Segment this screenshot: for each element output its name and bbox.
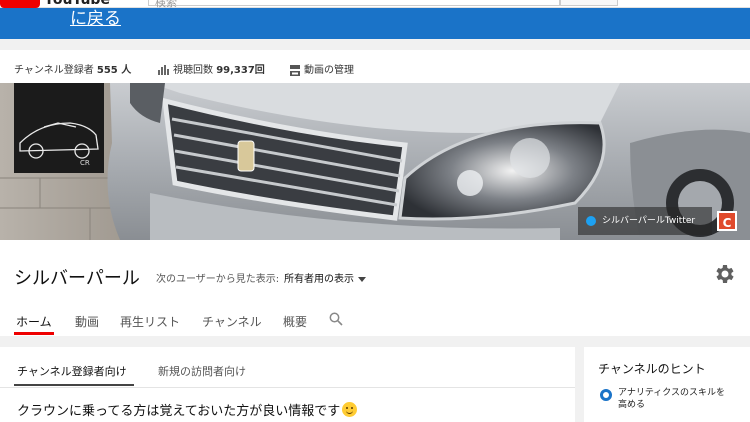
- custom-link-icon[interactable]: C: [717, 211, 737, 231]
- notice-banner: に戻る: [0, 8, 750, 39]
- back-link[interactable]: に戻る: [70, 4, 121, 29]
- search-button[interactable]: [560, 0, 618, 6]
- active-subtab-indicator: [14, 384, 134, 386]
- subscriber-count-label: チャンネル登録者: [14, 65, 94, 76]
- search-icon[interactable]: [329, 312, 343, 326]
- manage-videos-link[interactable]: 動画の管理: [290, 61, 354, 76]
- subtab-new-visitors[interactable]: 新規の訪問者向け: [158, 363, 246, 379]
- tab-home[interactable]: ホーム: [16, 313, 52, 330]
- subscriber-count-value: 555 人: [96, 65, 132, 76]
- channel-cover-image: CR シルバーパールTwitter C: [0, 83, 750, 240]
- twitter-icon: [586, 216, 596, 226]
- progress-ring-icon: [600, 389, 612, 401]
- view-as-dropdown[interactable]: 所有者用の表示: [284, 270, 366, 285]
- subscriber-count: チャンネル登録者 555 人: [14, 61, 131, 76]
- main-content-panel: チャンネル登録者向け 新規の訪問者向け クラウンに乗ってる方は覚えておいた方が良…: [0, 347, 575, 422]
- manage-videos-label: 動画の管理: [304, 65, 354, 76]
- twitter-link-label: シルバーパールTwitter: [602, 216, 696, 226]
- youtube-logo-icon[interactable]: [0, 0, 40, 8]
- view-as-value: 所有者用の表示: [284, 274, 354, 285]
- tab-videos[interactable]: 動画: [75, 313, 99, 330]
- view-as-label: 次のユーザーから見た表示:: [156, 274, 280, 285]
- divider: [0, 387, 575, 388]
- channel-tips-title: チャンネルのヒント: [598, 362, 706, 376]
- smile-emoji-icon: [342, 402, 358, 417]
- view-count-value: 99,337回: [216, 65, 265, 76]
- caret-down-icon: [358, 276, 366, 282]
- video-manager-icon: [290, 64, 300, 76]
- tab-about[interactable]: 概要: [283, 313, 307, 330]
- view-count-label: 視聴回数: [173, 65, 213, 76]
- gear-icon[interactable]: [712, 262, 736, 286]
- subtab-subscribers[interactable]: チャンネル登録者向け: [17, 363, 127, 379]
- channel-stats-bar: チャンネル登録者 555 人 視聴回数 99,337回 動画の管理: [0, 50, 750, 83]
- bar-chart-icon: [158, 65, 169, 75]
- twitter-link[interactable]: シルバーパールTwitter: [578, 207, 712, 235]
- search-input[interactable]: 検索: [148, 0, 560, 9]
- svg-text:CR: CR: [80, 159, 90, 167]
- tab-channels[interactable]: チャンネル: [202, 313, 262, 330]
- featured-video-title-text: クラウンに乗ってる方は覚えておいた方が良い情報です: [17, 404, 341, 419]
- youtube-channel-page: YouTube 検索 に戻る チャンネル登録者 555 人 視聴回数 99,33…: [0, 0, 750, 422]
- featured-video-title[interactable]: クラウンに乗ってる方は覚えておいた方が良い情報です: [17, 400, 358, 419]
- channel-tips-panel: チャンネルのヒント アナリティクスのスキルを高める: [584, 347, 750, 422]
- view-count: 視聴回数 99,337回: [158, 61, 265, 76]
- channel-name: シルバーパール: [14, 268, 140, 289]
- tab-playlists[interactable]: 再生リスト: [120, 313, 180, 330]
- channel-header: シルバーパール 次のユーザーから見た表示: 所有者用の表示 ホーム 動画 再生リ…: [0, 240, 750, 336]
- active-tab-indicator: [14, 332, 54, 335]
- tip-item-analytics[interactable]: アナリティクスのスキルを高める: [618, 387, 728, 411]
